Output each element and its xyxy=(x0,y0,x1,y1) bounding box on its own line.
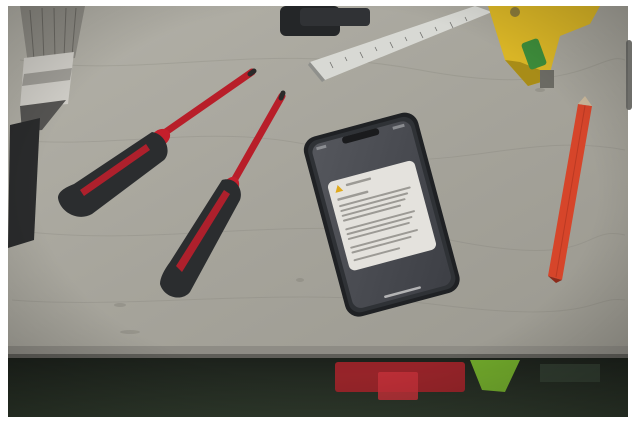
workbench-photo xyxy=(0,0,636,423)
